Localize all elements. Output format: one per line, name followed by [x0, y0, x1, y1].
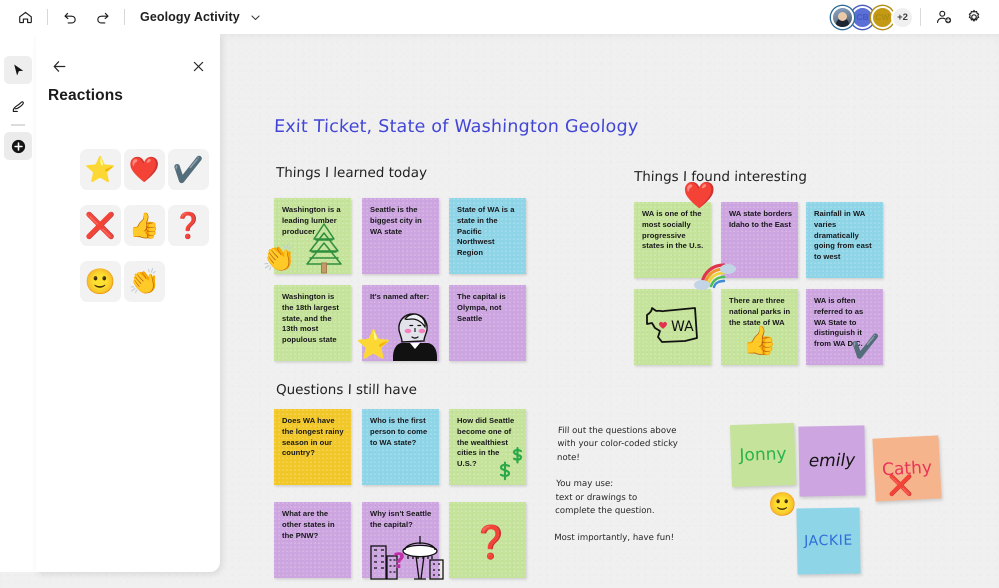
sticky-note[interactable]: Rainfall in WA varies dramatically going… — [806, 202, 883, 278]
home-icon[interactable] — [10, 3, 40, 31]
redo-icon[interactable] — [87, 3, 117, 31]
sticky-note[interactable]: Who is the first person to come to WA st… — [362, 409, 439, 485]
reaction-cross[interactable]: ❌ — [80, 205, 121, 246]
close-icon[interactable] — [185, 53, 211, 79]
reaction-clap[interactable]: 👏 — [124, 261, 165, 302]
reaction-smile[interactable]: 🙂 — [80, 261, 121, 302]
presence-overflow-badge[interactable]: +2 — [891, 5, 914, 29]
sticker-question-pink[interactable]: ❓ — [471, 526, 511, 558]
rail-divider — [11, 124, 25, 126]
avatar[interactable] — [831, 5, 854, 29]
reaction-question[interactable]: ❓ — [168, 205, 209, 246]
sticker-heart[interactable]: ❤️ — [683, 183, 715, 209]
sticky-note[interactable]: Seattle is the biggest city in WA state — [362, 198, 439, 274]
sticker-star[interactable]: ⭐ — [356, 331, 391, 359]
avatar-initials: CB — [856, 12, 869, 22]
sticker-thumbsup[interactable]: 👍 — [742, 327, 777, 355]
back-arrow-icon[interactable] — [46, 53, 72, 79]
add-person-icon[interactable] — [929, 3, 959, 31]
toolbar-right-group: CB CW +2 — [831, 3, 999, 31]
drawing-george-washington — [393, 313, 437, 361]
app-toolbar: Geology Activity CB CW +2 — [0, 0, 999, 34]
svg-text:WA: WA — [671, 319, 694, 335]
add-tool[interactable] — [4, 132, 32, 160]
reactions-grid: ⭐ ❤️ ✔️ ❌ 👍 ❓ 🙂 👏 — [80, 149, 212, 317]
toolbar-divider-3 — [920, 8, 921, 26]
panel-title: Reactions — [48, 87, 123, 104]
sticky-note[interactable]: Washington is the 18th largest state, an… — [274, 285, 351, 361]
drawing-wa-map: WA — [646, 307, 698, 343]
reaction-star[interactable]: ⭐ — [80, 149, 121, 190]
sticker-smile[interactable]: 🙂 — [768, 494, 797, 517]
sticky-note[interactable]: What are the other states in the PNW? — [274, 502, 351, 578]
document-title: Geology Activity — [140, 10, 240, 24]
select-tool[interactable] — [4, 56, 32, 84]
avatar-initials: CW — [875, 12, 890, 22]
sticker-clap[interactable]: 👏 — [262, 245, 296, 272]
section-heading-learned[interactable]: Things I learned today — [276, 165, 428, 181]
toolbar-divider-1 — [47, 9, 48, 25]
sticker-check[interactable]: ✔️ — [851, 336, 880, 359]
section-heading-interesting[interactable]: Things I found interesting — [634, 169, 807, 185]
toolbar-left-group: Geology Activity — [0, 3, 262, 31]
sticky-note[interactable]: WA state borders Idaho to the East — [721, 202, 798, 278]
sticky-name-emily[interactable]: emily — [798, 425, 866, 497]
presence-avatars: CB CW +2 — [831, 5, 914, 29]
reaction-heart[interactable]: ❤️ — [124, 149, 165, 190]
sticky-note[interactable]: Does WA have the longest rainy season in… — [274, 409, 351, 485]
sticky-note[interactable]: WA — [634, 289, 711, 365]
pen-tool[interactable] — [4, 92, 32, 120]
toolbar-divider-2 — [124, 9, 125, 25]
sticker-cross[interactable]: ❌ — [888, 475, 913, 495]
sticky-name-jonny[interactable]: Jonny — [729, 422, 797, 488]
sticky-note[interactable]: Why isn't Seattle the capital? — [362, 502, 439, 578]
undo-icon[interactable] — [55, 3, 85, 31]
reaction-thumbsup[interactable]: 👍 — [124, 205, 165, 246]
tool-rail — [0, 34, 36, 572]
sticky-note[interactable]: How did Seattle become one of the wealth… — [449, 409, 526, 485]
sticky-note[interactable]: State of WA is a state in the Pacific No… — [449, 198, 526, 274]
reaction-check[interactable]: ✔️ — [168, 149, 209, 190]
sticky-note[interactable]: The capital is Olympa, not Seattle — [449, 285, 526, 361]
chevron-down-icon[interactable] — [249, 11, 262, 24]
sticky-note[interactable]: WA is one of the most socially progressi… — [634, 202, 711, 278]
instructions-text[interactable]: Fill out the questions above with your c… — [554, 425, 679, 545]
section-heading-questions[interactable]: Questions I still have — [276, 382, 418, 398]
sticky-name-jackie[interactable]: JACKIE — [796, 507, 861, 575]
reactions-panel: Reactions ⭐ ❤️ ✔️ ❌ 👍 ❓ 🙂 👏 — [36, 34, 220, 572]
whiteboard-app: Geology Activity CB CW +2 Exit Ticket, S… — [0, 0, 999, 588]
gear-icon[interactable] — [959, 3, 989, 31]
board-title[interactable]: Exit Ticket, State of Washington Geology — [274, 117, 639, 137]
